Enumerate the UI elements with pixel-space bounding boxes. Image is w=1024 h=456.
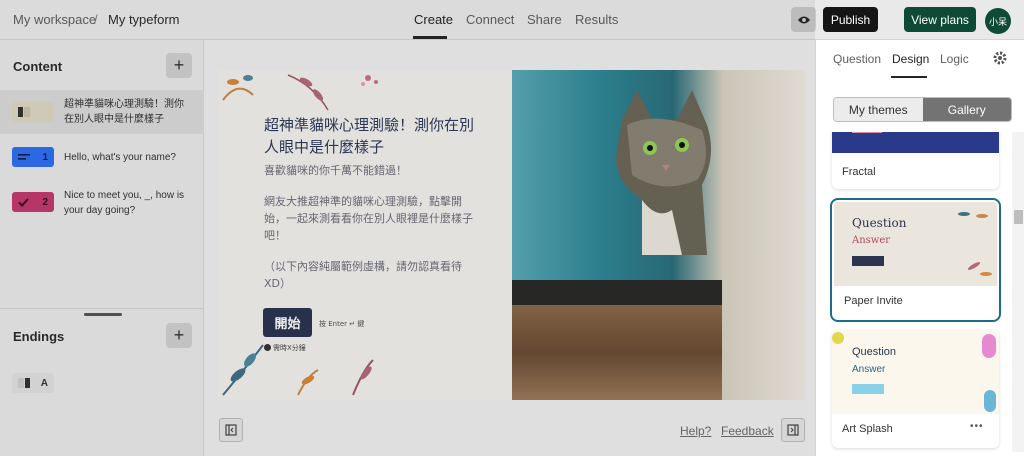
help-link[interactable]: Help? [680, 424, 711, 438]
content-sidebar: Content + 超神準貓咪心理測驗！測你在別人眼中是什麼樣子 1 Hello… [0, 40, 204, 456]
list-item-question-2[interactable]: 2 Nice to meet you, _, how is your day g… [0, 182, 204, 226]
ending-badge: A [12, 373, 54, 393]
active-tab-indicator [413, 36, 447, 39]
leaf-decoration-icon [958, 212, 992, 276]
short-text-icon [18, 154, 30, 160]
collapse-right-button[interactable] [781, 418, 805, 442]
theme-name: Art Splash [842, 423, 893, 435]
resize-handle[interactable] [84, 313, 122, 316]
description-line-3: （以下內容純屬範例虛構，請勿認真看待 XD） [264, 260, 462, 290]
breadcrumb-separator: / [94, 12, 98, 27]
tab-question[interactable]: Question [833, 52, 881, 66]
add-content-button[interactable]: + [166, 53, 192, 78]
scrollbar-thumb[interactable] [1014, 210, 1023, 224]
top-bar: My workspace / My typeform Create Connec… [0, 0, 1024, 40]
thumbnail-question: Question [852, 346, 897, 358]
content-section-title: Content [13, 59, 63, 74]
endings-section-title: Endings [13, 329, 65, 344]
canvas-footer: Help? Feedback [205, 410, 815, 456]
thumbnail-answer: Answer [852, 235, 891, 246]
description-line-2: 網友大推超神準的貓咪心理測驗，點擊開始，一起來測看看你在別人眼裡是什麼樣子吧！ [264, 195, 473, 242]
question-number: 2 [42, 196, 48, 208]
theme-thumbnail: Question Answer [832, 330, 999, 414]
form-description: 喜歡貓咪的你千萬不能錯過！ 網友大推超神準的貓咪心理測驗，點擊開始，一起來測看看… [264, 162, 474, 292]
checkmark-icon [18, 197, 29, 207]
feedback-link[interactable]: Feedback [721, 424, 774, 438]
publish-button[interactable]: Publish [823, 7, 878, 32]
welcome-screen-badge [12, 102, 54, 122]
breadcrumb-form-name[interactable]: My typeform [108, 12, 180, 27]
design-panel: Question Design Logic My themes Gallery … [815, 40, 1024, 456]
list-item-label: 超神準貓咪心理測驗！測你在別人眼中是什麼樣子 [64, 99, 184, 125]
question-number: 1 [42, 151, 48, 163]
enter-hint: 按 Enter ↵ 鍵 [319, 320, 365, 328]
tab-share[interactable]: Share [527, 12, 562, 27]
add-ending-button[interactable]: + [166, 323, 192, 348]
eye-icon [797, 16, 810, 23]
panel-right-icon [787, 424, 799, 436]
gallery-button[interactable]: Gallery [922, 98, 1011, 121]
tab-results[interactable]: Results [575, 12, 618, 27]
welcome-screen-icon [18, 107, 30, 117]
thumbnail-question: Question [852, 216, 907, 230]
list-item-label: Nice to meet you, _, how is your day goi… [64, 190, 185, 216]
theme-thumbnail [832, 132, 999, 153]
view-plans-button[interactable]: View plans [904, 7, 976, 32]
list-item-ending-a[interactable]: A [0, 365, 204, 401]
panel-left-icon [225, 424, 237, 436]
start-button[interactable]: 開始 [263, 308, 312, 337]
ending-screen-icon [18, 378, 30, 388]
more-options-button[interactable]: ••• [970, 421, 984, 432]
breadcrumb-workspace[interactable]: My workspace [13, 12, 96, 27]
theme-card-fractal[interactable]: Fractal [832, 132, 999, 189]
gear-icon[interactable] [992, 50, 1008, 66]
theme-card-paper-invite[interactable]: Question Answer Paper Invite [832, 200, 999, 320]
ending-letter: A [40, 377, 48, 389]
theme-thumbnail: Question Answer [834, 202, 997, 286]
theme-name: Paper Invite [844, 295, 903, 307]
thumbnail-answer: Answer [852, 364, 886, 375]
clock-icon [264, 344, 271, 351]
list-item-label: Hello, what's your name? [64, 152, 176, 163]
tab-design[interactable]: Design [892, 52, 929, 66]
time-hint: 需時X分鐘 [264, 343, 306, 353]
section-divider [0, 308, 204, 309]
form-title: 超神準貓咪心理測驗！測你在別人眼中是什麼樣子 [264, 116, 475, 156]
tab-connect[interactable]: Connect [466, 12, 514, 27]
cover-image [512, 70, 805, 400]
tab-create[interactable]: Create [414, 12, 453, 27]
active-tab-indicator [891, 76, 927, 78]
scrollbar[interactable] [1012, 132, 1024, 452]
my-themes-button[interactable]: My themes [834, 98, 923, 121]
tab-logic[interactable]: Logic [940, 52, 969, 66]
theme-source-toggle: My themes Gallery [833, 97, 1012, 122]
theme-name: Fractal [842, 166, 876, 178]
collapse-left-button[interactable] [219, 418, 243, 442]
short-text-badge: 1 [12, 147, 54, 167]
yes-no-badge: 2 [12, 192, 54, 212]
list-item-question-1[interactable]: 1 Hello, what's your name? [0, 136, 204, 180]
description-line-1: 喜歡貓咪的你千萬不能錯過！ [264, 164, 407, 177]
preview-button[interactable] [791, 7, 816, 32]
avatar[interactable]: 小呆 [985, 8, 1011, 34]
cat-image-icon [616, 90, 711, 255]
theme-gallery: Fractal Question Answer Paper Invite Que… [816, 132, 1012, 452]
leaf-decoration-icon [222, 74, 378, 111]
form-preview-canvas[interactable]: 超神準貓咪心理測驗！測你在別人眼中是什麼樣子 喜歡貓咪的你千萬不能錯過！ 網友大… [218, 70, 805, 400]
theme-card-art-splash[interactable]: Question Answer Art Splash ••• [832, 330, 999, 448]
list-item-welcome[interactable]: 超神準貓咪心理測驗！測你在別人眼中是什麼樣子 [0, 90, 204, 134]
time-hint-label: 需時X分鐘 [273, 344, 306, 352]
